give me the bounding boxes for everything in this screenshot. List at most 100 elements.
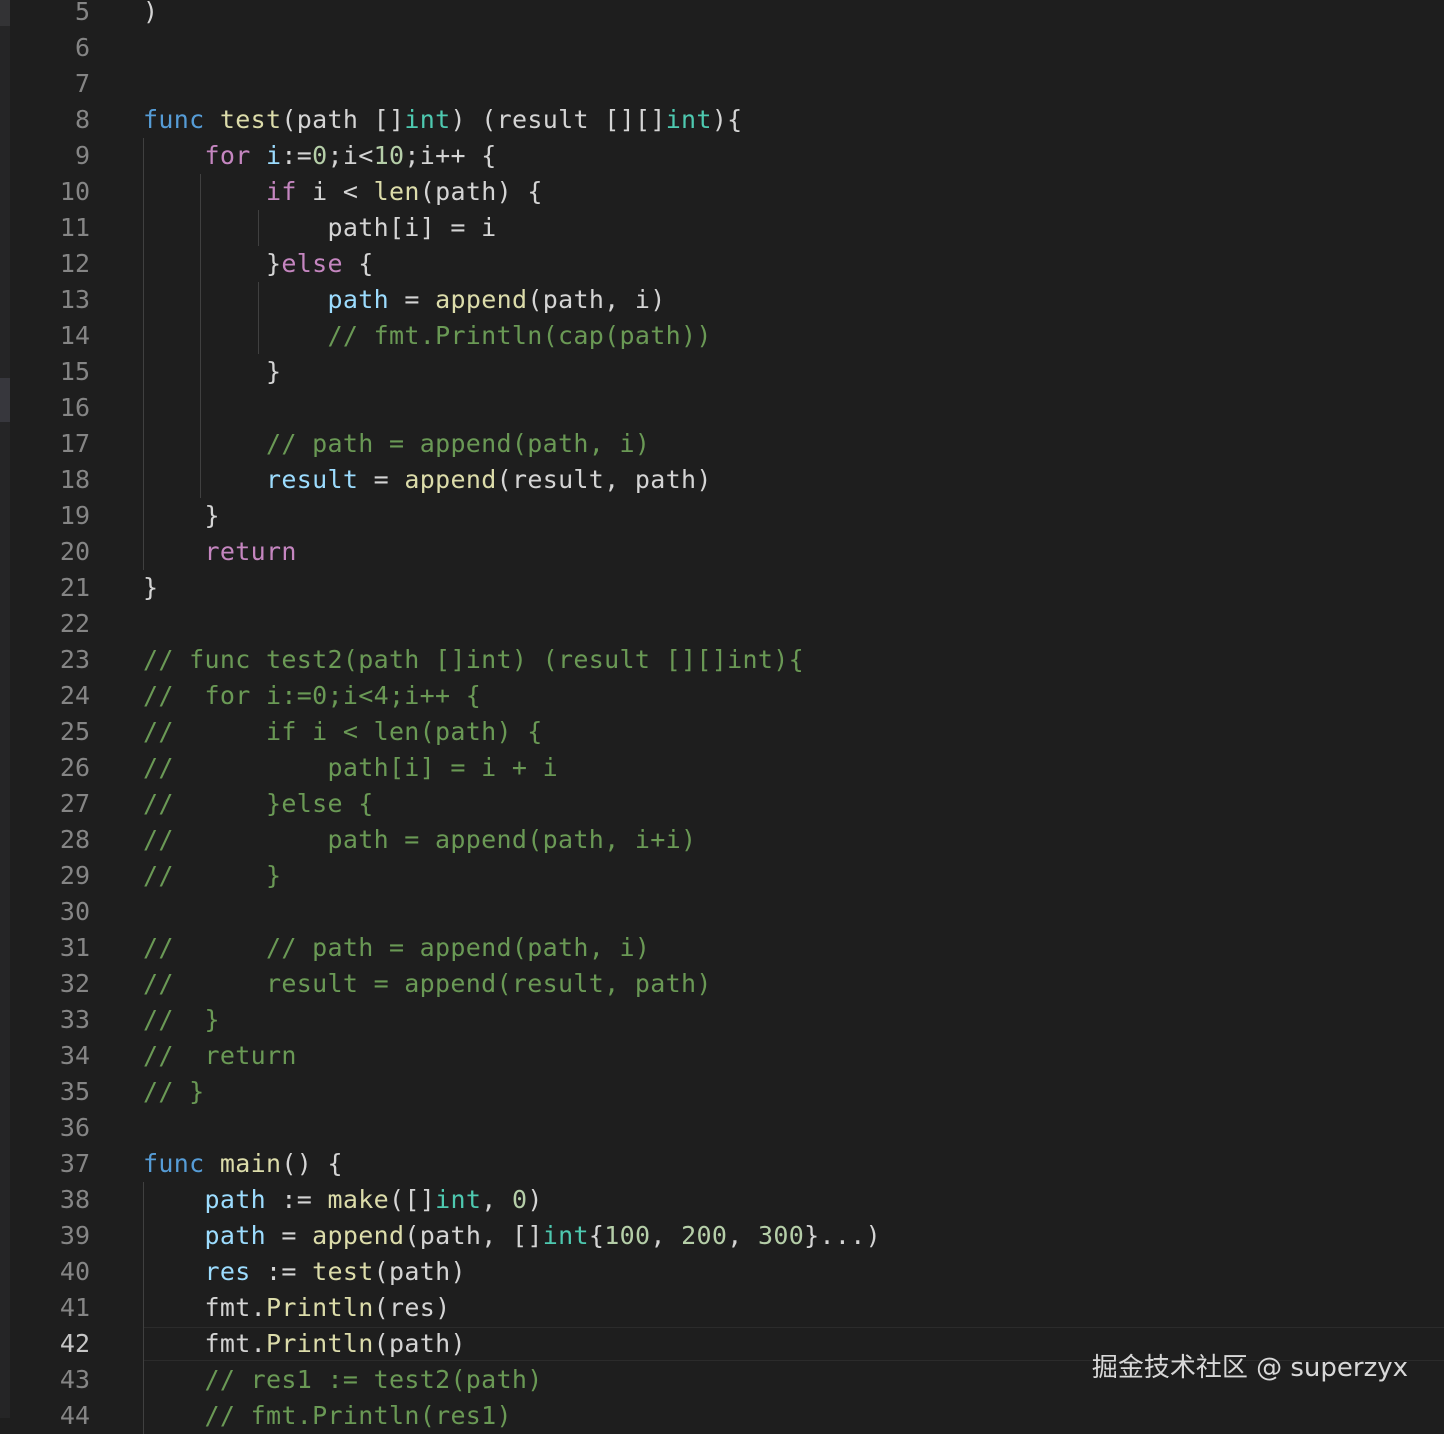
line-number: 34	[59, 1041, 90, 1070]
code-line[interactable]: 23 // func test2(path []int) (result [][]…	[0, 642, 1444, 678]
code-line[interactable]: 19 }	[0, 498, 1444, 534]
code-text: fmt.Println(res)	[143, 1290, 450, 1326]
code-text: // res1 := test2(path)	[143, 1362, 543, 1398]
line-number: 9	[74, 141, 90, 170]
line-number: 23	[59, 645, 90, 674]
code-line[interactable]: 18 result = append(result, path)	[0, 462, 1444, 498]
code-token: i	[266, 141, 282, 170]
code-token: // }	[143, 861, 282, 890]
line-number: 37	[59, 1149, 90, 1178]
code-text: for i:=0;i<10;i++ {	[143, 138, 497, 174]
code-token: int	[542, 1221, 589, 1250]
code-token: =	[388, 285, 436, 314]
code-line[interactable]: 36	[0, 1110, 1444, 1146]
code-token: // path = append(path, i+i)	[143, 825, 697, 854]
code-token: (path, i)	[527, 285, 666, 314]
code-line[interactable]: 37 func main() {	[0, 1146, 1444, 1182]
code-line[interactable]: 7	[0, 66, 1444, 102]
code-line[interactable]: 5)	[0, 0, 1444, 30]
code-token: () {	[281, 1149, 343, 1178]
code-token: =	[358, 465, 405, 494]
code-token: ,	[650, 1221, 682, 1250]
line-number: 30	[59, 897, 90, 926]
code-token: append	[404, 465, 497, 494]
code-token: main	[219, 1149, 282, 1178]
line-number: 22	[59, 609, 90, 638]
code-line[interactable]: 32 // result = append(result, path)	[0, 966, 1444, 1002]
code-line[interactable]: 27 // }else {	[0, 786, 1444, 822]
code-line[interactable]: 24 // for i:=0;i<4;i++ {	[0, 678, 1444, 714]
code-line[interactable]: 34 // return	[0, 1038, 1444, 1074]
code-text: // path = append(path, i)	[143, 426, 650, 462]
code-text: }	[143, 570, 158, 606]
line-number: 36	[59, 1113, 90, 1142]
code-token: 10	[373, 141, 405, 170]
code-line[interactable]: 14 // fmt.Println(cap(path))	[0, 318, 1444, 354]
code-line[interactable]: 16	[0, 390, 1444, 426]
code-token: (path)	[373, 1257, 466, 1286]
code-text: res := test(path)	[143, 1254, 466, 1290]
code-line[interactable]: 8 func test(path []int) (result [][]int){	[0, 102, 1444, 138]
code-token: (path, []	[404, 1221, 543, 1250]
code-token: // return	[143, 1041, 297, 1070]
code-line[interactable]: 33 // }	[0, 1002, 1444, 1038]
code-token: // }	[143, 1077, 205, 1106]
code-line[interactable]: 39 path = append(path, []int{100, 200, 3…	[0, 1218, 1444, 1254]
code-line[interactable]: 28 // path = append(path, i+i)	[0, 822, 1444, 858]
code-line[interactable]: 25 // if i < len(path) {	[0, 714, 1444, 750]
code-line[interactable]: 38 path := make([]int, 0)	[0, 1182, 1444, 1218]
code-line[interactable]: 11 path[i] = i	[0, 210, 1444, 246]
code-line[interactable]: 20 return	[0, 534, 1444, 570]
code-token: 300	[757, 1221, 805, 1250]
code-line[interactable]: 22	[0, 606, 1444, 642]
code-line[interactable]: 17 // path = append(path, i)	[0, 426, 1444, 462]
line-number: 19	[59, 501, 90, 530]
code-text: return	[143, 534, 297, 570]
code-token: 0	[512, 1185, 528, 1214]
line-number: 6	[74, 33, 90, 62]
code-token: return	[204, 537, 297, 566]
code-text: path = append(path, []int{100, 200, 300}…	[143, 1218, 881, 1254]
code-line[interactable]: 15 }	[0, 354, 1444, 390]
code-token: ;i<	[327, 141, 374, 170]
code-editor[interactable]: 5) 6 7 8 func test(path []int) (result [][]i…	[0, 0, 1444, 1434]
code-token: test	[312, 1257, 374, 1286]
code-token: ) (result [][]	[450, 105, 666, 134]
code-token: path	[204, 1185, 266, 1214]
line-number: 41	[59, 1293, 90, 1322]
code-line[interactable]: 10 if i < len(path) {	[0, 174, 1444, 210]
code-text: path = append(path, i)	[143, 282, 666, 318]
code-token: ;i++ {	[404, 141, 497, 170]
code-line[interactable]: 44 // fmt.Println(res1)	[0, 1398, 1444, 1434]
code-token: )	[527, 1185, 543, 1214]
code-token: test	[219, 105, 282, 134]
code-text: // path[i] = i + i	[143, 750, 558, 786]
code-line[interactable]: 40 res := test(path)	[0, 1254, 1444, 1290]
code-token: path	[204, 1221, 266, 1250]
code-line[interactable]: 31 // // path = append(path, i)	[0, 930, 1444, 966]
code-token: )	[143, 0, 159, 26]
code-text: // return	[143, 1038, 297, 1074]
line-number: 18	[59, 465, 90, 494]
code-line[interactable]: 29 // }	[0, 858, 1444, 894]
code-line[interactable]: 6	[0, 30, 1444, 66]
line-number: 43	[59, 1365, 90, 1394]
code-token: func	[143, 105, 205, 134]
code-text: path[i] = i	[143, 210, 497, 246]
code-text: // // path = append(path, i)	[143, 930, 650, 966]
code-line[interactable]: 21}	[0, 570, 1444, 606]
code-line[interactable]: 35 // }	[0, 1074, 1444, 1110]
code-line[interactable]: 41 fmt.Println(res)	[0, 1290, 1444, 1326]
code-line[interactable]: 26 // path[i] = i + i	[0, 750, 1444, 786]
code-line[interactable]: 12 }else {	[0, 246, 1444, 282]
code-line[interactable]: 30	[0, 894, 1444, 930]
code-text: func test(path []int) (result [][]int){	[143, 102, 743, 138]
code-line[interactable]: 9 for i:=0;i<10;i++ {	[0, 138, 1444, 174]
code-text: }else {	[143, 246, 374, 282]
code-line[interactable]: 13 path = append(path, i)	[0, 282, 1444, 318]
